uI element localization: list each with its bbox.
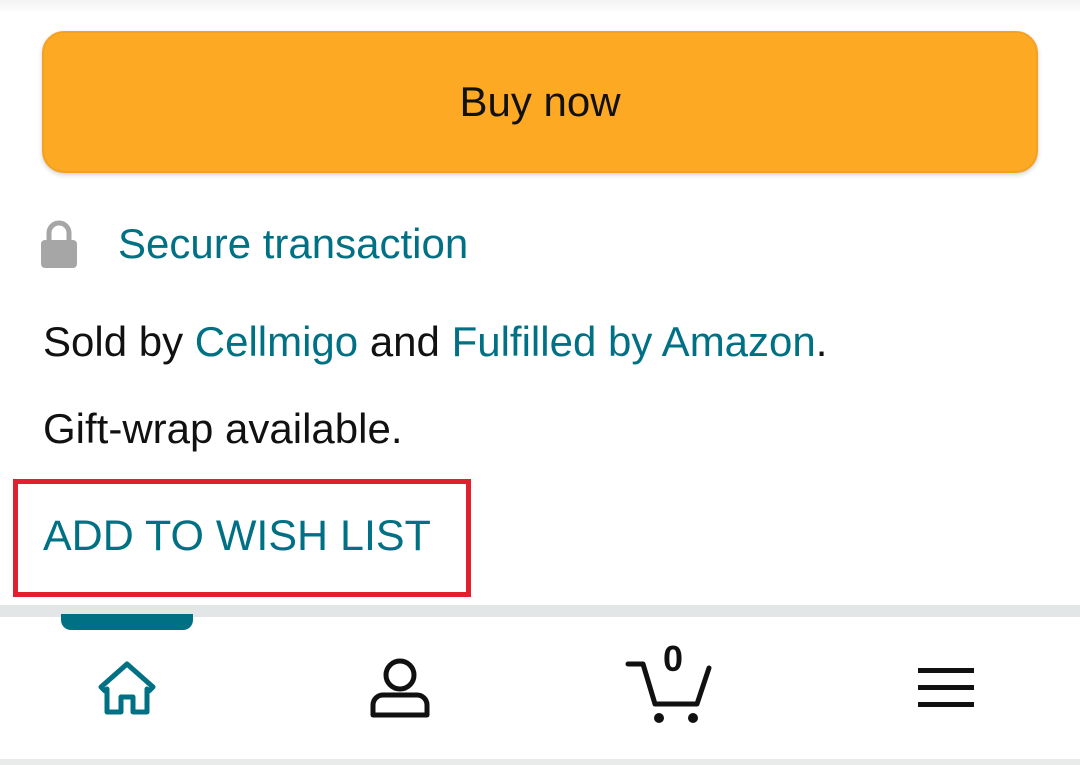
nav-cart-tab[interactable]: 0 bbox=[600, 617, 740, 759]
nav-account-tab[interactable] bbox=[330, 617, 470, 759]
nav-menu-tab[interactable] bbox=[876, 617, 1016, 759]
period-text: . bbox=[815, 318, 828, 365]
product-page: Buy now Secure transaction Sold by Cellm… bbox=[0, 0, 1080, 765]
top-fade bbox=[0, 0, 1080, 14]
gift-wrap-text: Gift-wrap available. bbox=[43, 405, 403, 452]
lock-icon bbox=[41, 220, 77, 268]
active-tab-indicator bbox=[61, 614, 193, 630]
nav-bottom-edge bbox=[0, 759, 1080, 765]
cart-icon-wrapper: 0 bbox=[625, 638, 715, 728]
buy-now-label: Buy now bbox=[459, 78, 621, 125]
add-to-wish-list-link[interactable]: ADD TO WISH LIST bbox=[43, 512, 431, 561]
bottom-nav-bar: 0 bbox=[0, 617, 1080, 759]
sold-by-prefix: Sold by bbox=[43, 318, 195, 365]
secure-transaction-link[interactable]: Secure transaction bbox=[118, 220, 468, 268]
user-icon bbox=[370, 658, 430, 718]
seller-link[interactable]: Cellmigo bbox=[195, 318, 358, 365]
fulfilled-by-amazon-link[interactable]: Fulfilled by Amazon bbox=[452, 318, 816, 365]
hamburger-menu-icon bbox=[918, 668, 974, 707]
home-icon bbox=[98, 661, 156, 715]
buy-now-button[interactable]: Buy now bbox=[42, 31, 1038, 173]
cart-count-badge: 0 bbox=[663, 638, 684, 679]
secure-transaction-row[interactable]: Secure transaction bbox=[40, 214, 468, 274]
and-text: and bbox=[358, 318, 452, 365]
sold-by-line: Sold by Cellmigo and Fulfilled by Amazon… bbox=[43, 318, 827, 366]
nav-home-tab[interactable] bbox=[57, 617, 197, 759]
